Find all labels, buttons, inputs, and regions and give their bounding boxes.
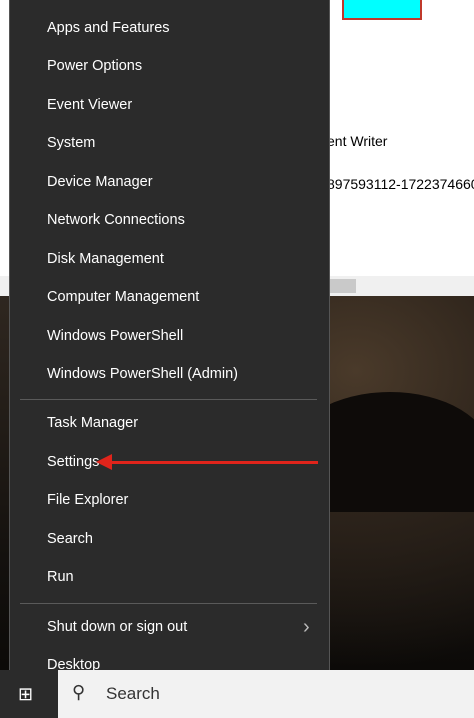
winx-context-menu: Apps and Features Power Options Event Vi… — [9, 0, 330, 694]
taskbar-search-box[interactable]: ⚲ Search — [58, 670, 474, 718]
menu-item-run[interactable]: Run — [10, 560, 329, 596]
menu-item-network-connections[interactable]: Network Connections — [10, 203, 329, 239]
menu-item-label: File Explorer — [47, 492, 129, 508]
color-swatch — [342, 0, 422, 20]
search-icon: ⚲ — [72, 682, 86, 702]
menu-item-search[interactable]: Search — [10, 522, 329, 558]
bg-text-writer: ent Writer — [327, 133, 388, 149]
menu-item-label: Device Manager — [47, 174, 153, 190]
start-button[interactable]: ⊞ — [0, 670, 58, 718]
menu-item-label: Settings — [47, 454, 100, 470]
menu-item-label: System — [47, 135, 96, 151]
menu-item-system[interactable]: System — [10, 126, 329, 162]
menu-item-label: Apps and Features — [47, 20, 170, 36]
menu-item-windows-powershell-admin[interactable]: Windows PowerShell (Admin) — [10, 357, 329, 393]
chevron-right-icon: › — [303, 616, 310, 638]
menu-item-windows-powershell[interactable]: Windows PowerShell — [10, 319, 329, 355]
menu-item-task-manager[interactable]: Task Manager — [10, 406, 329, 442]
menu-item-label: Search — [47, 531, 93, 547]
bg-text-sid: 897593112-1722374660- — [327, 176, 474, 192]
menu-item-label: Windows PowerShell — [47, 328, 184, 344]
menu-item-label: Event Viewer — [47, 97, 133, 113]
menu-item-label: Power Options — [47, 58, 143, 74]
taskbar: ⊞ ⚲ Search — [0, 670, 474, 718]
menu-item-power-options[interactable]: Power Options — [10, 49, 329, 85]
menu-item-label: Computer Management — [47, 289, 200, 305]
menu-item-event-viewer[interactable]: Event Viewer — [10, 88, 329, 124]
search-placeholder: Search — [106, 684, 160, 703]
menu-item-disk-management[interactable]: Disk Management — [10, 242, 329, 278]
menu-item-label: Network Connections — [47, 212, 185, 228]
menu-item-device-manager[interactable]: Device Manager — [10, 165, 329, 201]
menu-item-computer-management[interactable]: Computer Management — [10, 280, 329, 316]
menu-item-label: Task Manager — [47, 415, 139, 431]
windows-start-icon: ⊞ — [18, 684, 34, 704]
menu-item-file-explorer[interactable]: File Explorer — [10, 483, 329, 519]
menu-separator — [20, 399, 317, 400]
menu-item-label: Run — [47, 569, 74, 585]
menu-item-apps-features[interactable]: Apps and Features — [10, 11, 329, 47]
menu-item-label: Shut down or sign out — [47, 619, 188, 635]
menu-separator — [20, 603, 317, 604]
menu-item-label: Disk Management — [47, 251, 164, 267]
annotation-arrow-line — [108, 461, 318, 464]
menu-item-shutdown-signout[interactable]: Shut down or sign out › — [10, 610, 329, 646]
menu-item-label: Windows PowerShell (Admin) — [47, 366, 238, 382]
